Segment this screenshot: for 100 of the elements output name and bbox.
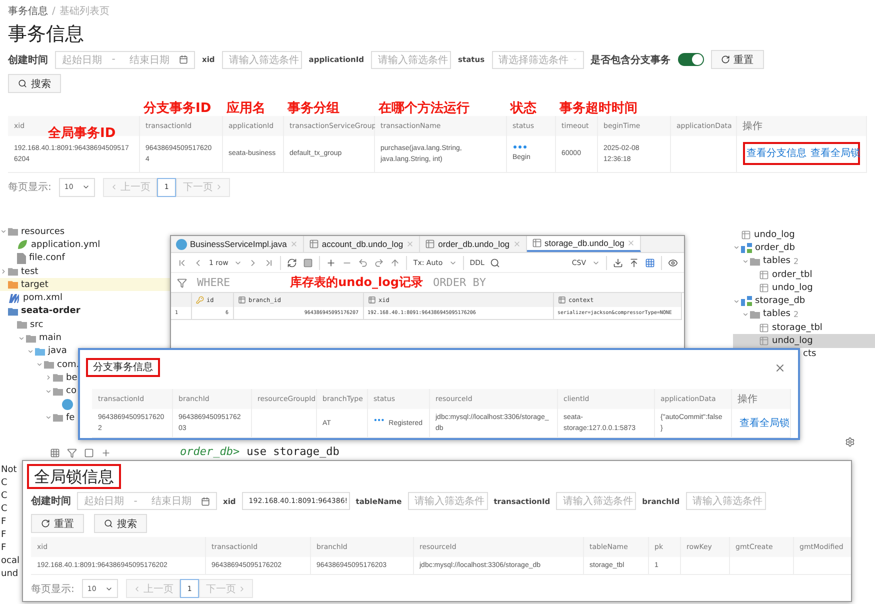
- tree-item[interactable]: C: [1, 502, 20, 515]
- calendar-icon: [179, 55, 188, 64]
- tree-item[interactable]: order_db: [733, 241, 795, 255]
- table-icon: [425, 239, 436, 249]
- tree-item[interactable]: F: [1, 528, 20, 541]
- tree-item[interactable]: application.yml: [0, 238, 100, 252]
- item-count: 2: [793, 310, 799, 319]
- tree-item[interactable]: test: [0, 264, 38, 278]
- tree-item[interactable]: src: [0, 318, 44, 332]
- table-icon: [741, 230, 751, 240]
- status-dots-icon: [374, 418, 384, 422]
- tree-item[interactable]: C: [1, 489, 20, 502]
- tree-item[interactable]: pom.xml: [0, 291, 62, 305]
- tree-item[interactable]: undo_log: [733, 228, 795, 242]
- tree-item[interactable]: target: [0, 278, 170, 292]
- reset-button[interactable]: 重置: [710, 50, 764, 69]
- column-icon: [558, 296, 566, 304]
- maven-icon: [8, 293, 20, 304]
- tree-item[interactable]: F: [1, 541, 20, 554]
- breadcrumb-link[interactable]: 事务信息: [8, 4, 48, 18]
- folder-icon: [53, 413, 63, 422]
- tree-item[interactable]: co: [0, 384, 76, 398]
- tree-item[interactable]: file.conf: [0, 252, 65, 265]
- annotation-text: 应用名: [226, 100, 266, 117]
- stop-icon: [303, 258, 314, 268]
- annotation-text: 分支事务ID: [144, 100, 212, 117]
- eye-icon: [668, 258, 678, 268]
- tree-item[interactable]: F: [1, 515, 20, 528]
- table-icon: [532, 238, 542, 248]
- upload-icon: [629, 258, 639, 268]
- annotation-text: 在哪个方法运行: [378, 100, 470, 117]
- tree-item[interactable]: main: [0, 331, 62, 345]
- tree-item[interactable]: und: [1, 567, 20, 580]
- tree-item[interactable]: undo_log: [733, 281, 813, 294]
- refresh-icon: [41, 519, 50, 528]
- search-icon: [490, 258, 500, 268]
- tree-item[interactable]: storage_tbl: [733, 321, 822, 334]
- folder-icon: [750, 256, 760, 266]
- action-link[interactable]: 查看全局锁: [740, 418, 790, 428]
- table-icon: [759, 270, 769, 280]
- tree-item[interactable]: seata-order: [0, 304, 80, 318]
- tree-item[interactable]: be: [0, 371, 78, 385]
- class-icon: [62, 399, 73, 410]
- filter-label: 创建时间: [8, 54, 48, 66]
- tree-item[interactable]: tables 2: [733, 308, 799, 322]
- tree-item[interactable]: Not: [1, 463, 20, 476]
- add-icon[interactable]: [101, 448, 111, 458]
- annotation-text: 库存表的undo_log记录: [290, 274, 423, 291]
- tree-item[interactable]: resources: [0, 225, 65, 238]
- table-icon: [308, 239, 319, 249]
- annotation-text: 事务超时时间: [560, 100, 638, 117]
- tree-item[interactable]: fe: [0, 411, 75, 424]
- tree-item[interactable]: storage_db: [733, 294, 806, 308]
- toggle-switch[interactable]: [678, 53, 704, 66]
- tree-item[interactable]: C: [1, 476, 20, 489]
- action-link[interactable]: 查看分支信息: [746, 148, 806, 160]
- table-icon: [759, 322, 769, 333]
- first-page-icon: [177, 258, 187, 268]
- annotation-text: 状态: [510, 100, 536, 117]
- page-size-label: 每页显示:: [8, 181, 52, 194]
- tree-item[interactable]: order_tbl: [733, 268, 812, 282]
- grid-icon[interactable]: [50, 448, 60, 458]
- tree-item[interactable]: undo_log: [733, 334, 875, 348]
- database-icon: [741, 242, 752, 253]
- filter-icon[interactable]: [67, 448, 77, 458]
- close-icon: [627, 239, 636, 247]
- editor-tab[interactable]: BusinessServiceImpl.java: [171, 236, 304, 252]
- table-icon: [759, 282, 769, 293]
- breadcrumb-separator: /: [52, 6, 56, 16]
- folder-icon: [750, 310, 760, 319]
- close-icon: [290, 240, 298, 248]
- page-size-label: 每页显示:: [31, 582, 74, 596]
- file-icon: [17, 252, 26, 264]
- reset-button[interactable]: 重置: [31, 514, 84, 533]
- refresh-icon: [287, 258, 298, 268]
- grid-icon: [645, 258, 655, 268]
- tree-item[interactable]: tables 2: [733, 254, 799, 268]
- tree-item[interactable]: java: [0, 344, 67, 358]
- refresh-icon: [720, 55, 730, 64]
- terminal-prompt: order_db>: [180, 445, 240, 458]
- editor-tab[interactable]: account_db.undo_log: [304, 236, 420, 252]
- filter-label: 创建时间: [31, 494, 71, 508]
- close-button[interactable]: [774, 362, 786, 374]
- where-label: WHERE: [197, 276, 230, 289]
- search-button[interactable]: 搜索: [94, 514, 147, 533]
- folder-icon: [8, 227, 18, 236]
- database-icon: [741, 296, 752, 306]
- tree-item[interactable]: com.: [0, 358, 80, 372]
- search-icon: [18, 79, 27, 88]
- tree-item[interactable]: ocal: [1, 554, 20, 567]
- editor-tab[interactable]: storage_db.undo_log: [526, 236, 642, 252]
- settings-icon[interactable]: [845, 437, 855, 447]
- key-icon: [196, 296, 204, 304]
- annotation-text: 全局事务ID: [48, 125, 116, 142]
- window-title: 全局锁信息: [27, 464, 121, 489]
- search-button[interactable]: 搜索: [8, 74, 61, 93]
- square-icon[interactable]: [84, 448, 94, 458]
- add-row-icon: [326, 258, 336, 268]
- annotation-text: 事务分组: [288, 100, 340, 117]
- redo-icon: [374, 258, 384, 268]
